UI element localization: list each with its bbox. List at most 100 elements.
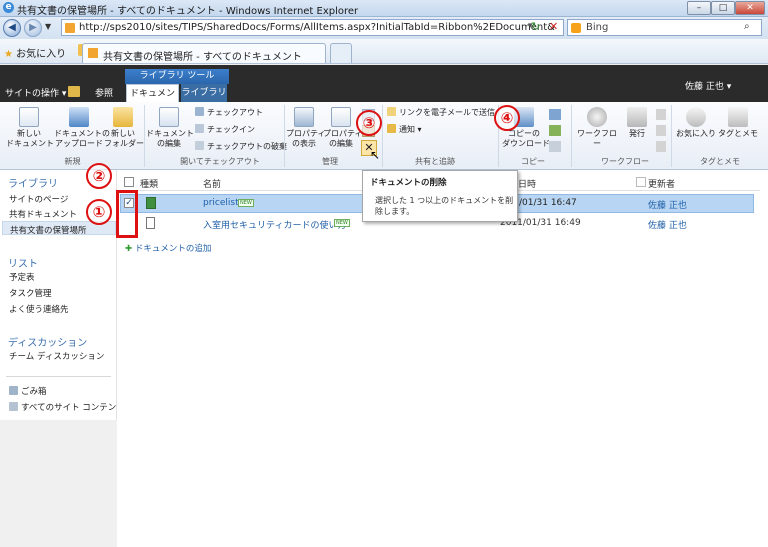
view-properties-button[interactable]: プロパティ の表示 [286, 107, 326, 149]
publish-button[interactable]: 発行 [622, 107, 652, 139]
checkin-label: チェックイン [207, 125, 255, 134]
site-actions-menu[interactable]: サイトの操作 ▾ [5, 86, 66, 99]
moderate-icon[interactable] [656, 141, 666, 152]
checkin-icon [195, 124, 204, 133]
column-name[interactable]: 名前 [203, 177, 221, 190]
tab-documents[interactable]: ドキュメント [126, 84, 179, 117]
maximize-button[interactable]: □ [711, 1, 735, 15]
tags-notes-button[interactable]: タグとメモ [718, 107, 758, 139]
history-dropdown-icon[interactable]: ▼ [45, 22, 51, 31]
workflows-label: ワークフロー [577, 129, 617, 148]
favorite-button[interactable]: お気に入り [675, 107, 717, 139]
manage-copies-icon[interactable] [549, 125, 561, 136]
tab-library[interactable]: ライブラリ [181, 84, 227, 102]
workflows-button[interactable]: ワークフロー [574, 107, 620, 149]
add-plus-icon: ✚ [125, 244, 133, 254]
checkout-button[interactable]: チェックアウト [195, 107, 263, 118]
edit-properties-button[interactable]: プロパティ の編集 [323, 107, 363, 149]
ribbon-separator [671, 105, 672, 167]
upload-document-button[interactable]: ドキュメントの アップロード [54, 107, 110, 149]
publish-label: 発行 [629, 129, 645, 138]
search-box[interactable]: Bing ⌕ [567, 19, 762, 36]
tab-browse[interactable]: 参照 [95, 86, 113, 99]
nav-calendar[interactable]: 予定表 [9, 271, 35, 283]
nav-contacts[interactable]: よく使う連絡先 [9, 303, 69, 315]
group-manage-label: 管理 [322, 157, 338, 166]
email-icon [387, 107, 396, 116]
row-modified: /01/31 16:47 [519, 198, 577, 208]
column-modified[interactable]: 日時 [518, 177, 536, 190]
nav-discussions[interactable]: ディスカッション [8, 334, 87, 349]
group-share-label: 共有と追跡 [415, 157, 455, 166]
unpublish-icon[interactable] [656, 125, 666, 136]
search-placeholder: Bing [586, 22, 609, 33]
forward-button[interactable]: ▶ [24, 19, 42, 37]
recycle-label: ごみ箱 [21, 387, 47, 397]
tooltip-body: 選択した 1 つ以上のドキュメントを削除します。 [375, 196, 514, 216]
alert-icon [387, 124, 396, 133]
window-title: 共有文書の保管場所 - すべてのドキュメント - Windows Interne… [17, 6, 359, 17]
send-to-icon[interactable] [549, 109, 561, 120]
group-open-label: 開いてチェックアウト [180, 157, 260, 166]
address-bar[interactable]: http://sps2010/sites/TIPS/SharedDocs/For… [61, 19, 564, 36]
nav-tasks[interactable]: タスク管理 [9, 287, 52, 299]
nav-site-pages[interactable]: サイトのページ [9, 193, 68, 205]
nav-recycle-bin[interactable]: ごみ箱 [9, 385, 47, 397]
star-icon: ★ [4, 49, 13, 60]
add-document-label: ドキュメントの追加 [134, 244, 212, 254]
row-modified-by[interactable]: 佐藤 正也 [648, 218, 687, 231]
file-link-pricelist[interactable]: pricelist [203, 198, 239, 208]
view-properties-icon [294, 107, 314, 127]
annotation-circle-1: ① [86, 199, 112, 225]
view-properties-label: プロパティ の表示 [286, 129, 326, 148]
add-document-link[interactable]: ✚ ドキュメントの追加 [125, 242, 211, 254]
select-all-checkbox[interactable] [124, 177, 134, 187]
column-modified-by[interactable]: 更新者 [648, 177, 675, 190]
user-menu[interactable]: 佐藤 正也 ▾ [685, 79, 731, 92]
new-folder-button[interactable]: 新しい フォルダー [104, 107, 144, 149]
workflow-icon [587, 107, 607, 127]
favorites-button[interactable]: ★ お気に入り [4, 45, 66, 60]
new-tab-button[interactable] [330, 43, 352, 63]
column-type[interactable]: 種類 [140, 177, 158, 190]
browser-tab-active[interactable]: 共有文書の保管場所 - すべてのドキュメント [82, 43, 326, 63]
nav-team-discussion[interactable]: チーム ディスカッション [9, 350, 104, 362]
tab-title: 共有文書の保管場所 - すべてのドキュメント [103, 52, 302, 63]
close-window-button[interactable]: ✕ [735, 1, 765, 15]
alert-me-button[interactable]: 通知 ▾ [387, 124, 422, 135]
new-document-button[interactable]: 新しい ドキュメント [6, 107, 54, 149]
stop-icon[interactable]: ✕ [549, 20, 558, 33]
discard-checkout-button[interactable]: チェックアウトの破棄 [195, 141, 287, 152]
minimize-button[interactable]: – [687, 1, 711, 15]
window-title-bar: e 共有文書の保管場所 - すべてのドキュメント - Windows Inter… [0, 0, 768, 17]
approve-icon[interactable] [656, 109, 666, 120]
checkin-button[interactable]: チェックイン [195, 124, 255, 135]
annotation-circle-3: ③ [356, 110, 382, 136]
library-tools-label: ライブラリ ツール [125, 69, 229, 84]
tags-label: タグとメモ [718, 129, 758, 138]
text-file-icon [146, 217, 155, 229]
file-link-security-card[interactable]: 入室用セキュリティカードの使い方 [203, 218, 346, 231]
favorites-label: お気に入り [16, 49, 67, 60]
nav-shared-docs[interactable]: 共有ドキュメント [9, 208, 77, 220]
edit-document-button[interactable]: ドキュメント の編集 [146, 107, 194, 149]
navigate-up-icon[interactable] [68, 86, 80, 97]
nav-divider [6, 376, 111, 377]
nav-all-content[interactable]: すべてのサイト コンテンツ [9, 401, 125, 413]
upload-label: ドキュメントの アップロード [54, 129, 110, 148]
recycle-bin-icon [9, 386, 18, 395]
checkout-label: チェックアウト [207, 108, 263, 117]
favorites-bar: ★ お気に入り 共有文書の保管場所 - すべてのドキュメント [0, 39, 768, 64]
search-icon[interactable]: ⌕ [744, 21, 750, 32]
sharepoint-header: サイトの操作 ▾ 参照 佐藤 正也 ▾ [0, 65, 768, 103]
mouse-cursor-icon: ↖ [370, 148, 381, 162]
nav-libraries[interactable]: ライブラリ [8, 175, 58, 190]
email-link-button[interactable]: リンクを電子メールで送信 [387, 107, 495, 118]
row-modified-by[interactable]: 佐藤 正也 [648, 198, 687, 211]
go-to-source-icon[interactable] [549, 141, 561, 152]
ribbon-separator [284, 105, 285, 167]
back-button[interactable]: ◀ [3, 19, 21, 37]
edit-document-icon [159, 107, 179, 127]
refresh-icon[interactable]: ↻ [531, 20, 540, 33]
nav-lists[interactable]: リスト [8, 255, 38, 270]
